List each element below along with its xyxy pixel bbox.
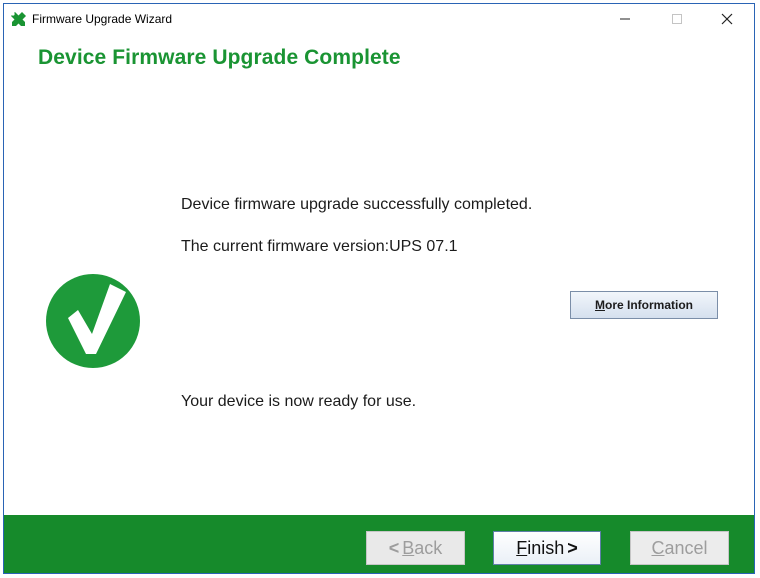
cancel-mnemonic: C [651, 537, 665, 558]
finish-button[interactable]: Finish > [493, 531, 601, 565]
wizard-window: Firmware Upgrade Wizard Device Firmware … [3, 3, 755, 574]
maximize-icon [672, 14, 682, 24]
close-icon [721, 13, 733, 25]
back-label: ack [414, 537, 443, 558]
firmware-version-text: The current firmware version:UPS 07.1 [181, 238, 458, 255]
window-title: Firmware Upgrade Wizard [32, 12, 173, 26]
finish-label: inish [527, 537, 565, 558]
button-bar: < Back Finish > Cancel [4, 515, 754, 573]
maximize-button[interactable] [654, 4, 700, 34]
wrench-cross-icon [11, 12, 26, 26]
more-info-label: ore Information [604, 298, 693, 312]
cancel-label: ancel [664, 537, 708, 558]
back-mnemonic: B [402, 537, 415, 558]
success-message: Device firmware upgrade successfully com… [181, 196, 533, 213]
title-bar[interactable]: Firmware Upgrade Wizard [4, 4, 754, 34]
back-arrow-icon: < [388, 537, 400, 558]
ready-message: Your device is now ready for use. [181, 393, 417, 410]
page-title: Device Firmware Upgrade Complete [38, 46, 401, 69]
minimize-button[interactable] [602, 4, 648, 34]
finish-mnemonic: F [516, 537, 528, 558]
next-arrow-icon: > [567, 537, 578, 558]
back-button[interactable]: < Back [366, 531, 465, 565]
checkmark-circle-icon [46, 274, 140, 368]
close-button[interactable] [704, 4, 750, 34]
minimize-icon [620, 18, 630, 20]
more-information-button[interactable]: More Information [570, 291, 718, 319]
cancel-button[interactable]: Cancel [630, 531, 729, 565]
more-info-mnemonic: M [594, 298, 605, 312]
